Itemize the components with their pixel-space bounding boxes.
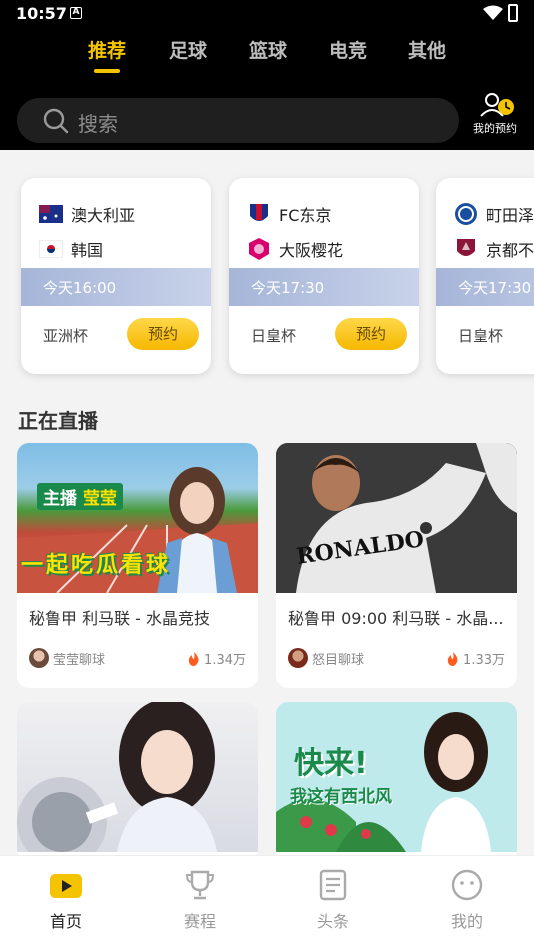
booking-label: 我的预约 (473, 122, 517, 135)
tab-esports[interactable]: 电竞 (318, 36, 378, 63)
away-team-name: 京都不 (486, 241, 534, 260)
heat-count: 1.34万 (188, 649, 246, 668)
match-time: 今天16:00 (43, 279, 117, 297)
match-card[interactable]: 町田泽 京都不 今天17:30 日皇杯 (436, 178, 534, 374)
home-team: 町田泽 (454, 202, 534, 226)
match-time-bar: 今天17:30 (229, 268, 419, 306)
nav-profile[interactable]: 我的 (427, 868, 507, 932)
stream-title: 秘鲁甲 09:00 利马联 - 水晶... (288, 609, 504, 628)
my-booking-button[interactable]: 我的预约 (466, 92, 524, 138)
heat-value: 1.33万 (463, 653, 505, 668)
status-bar: 10:57 A (0, 0, 534, 28)
battery-icon (508, 4, 518, 22)
tab-label: 足球 (168, 40, 207, 62)
heat-value: 1.34万 (204, 653, 246, 668)
smiley-icon (450, 868, 484, 902)
australia-flag-icon (39, 205, 63, 223)
host-tag-prefix: 主播 (43, 489, 77, 509)
nav-label: 赛程 (183, 912, 216, 931)
korea-flag-icon (39, 240, 63, 258)
host-avatar (288, 648, 308, 668)
live-stream-card[interactable]: 快来! 我这有西北风 (276, 702, 517, 862)
home-team-name: 町田泽 (486, 206, 534, 225)
away-team-name: 大阪樱花 (279, 241, 344, 260)
tab-other[interactable]: 其他 (397, 36, 457, 63)
league-name: 日皇杯 (251, 327, 297, 345)
host-name: 怒目聊球 (312, 653, 365, 668)
nav-label: 我的 (450, 912, 483, 931)
reserve-button[interactable]: 预约 (127, 318, 199, 350)
home-team-name: FC东京 (279, 206, 332, 225)
stream-thumbnail (17, 702, 258, 852)
match-time: 今天17:30 (458, 279, 532, 297)
thumb-tag: 主播 莹莹 (37, 483, 123, 510)
host-tag-name: 莹莹 (83, 489, 117, 509)
notification-a-icon: A (70, 7, 82, 19)
tab-label: 篮球 (248, 40, 287, 62)
live-stream-card[interactable] (17, 702, 258, 862)
category-tabs: 推荐 足球 篮球 电竞 其他 (0, 36, 534, 76)
tab-label: 其他 (407, 40, 446, 62)
flame-icon (188, 651, 199, 666)
tab-active-indicator (94, 69, 120, 73)
away-team: 韩国 (39, 237, 103, 261)
machida-crest-icon (455, 203, 477, 225)
search-placeholder: 搜索 (78, 112, 118, 136)
league-name: 亚洲杯 (43, 327, 89, 345)
top-header: 10:57 A 推荐 足球 篮球 电竞 其他 搜索 我的预约 (0, 0, 534, 150)
trophy-icon (183, 868, 217, 902)
home-team-name: 澳大利亚 (71, 206, 136, 225)
match-card[interactable]: FC东京 大阪樱花 今天17:30 日皇杯 预约 (229, 178, 419, 374)
away-team-name: 韩国 (71, 241, 104, 260)
host-name: 莹莹聊球 (53, 653, 106, 668)
reserve-button[interactable]: 预约 (335, 318, 407, 350)
match-cards-scroller[interactable]: 澳大利亚 韩国 今天16:00 亚洲杯 预约 FC东京 大阪樱花 今天17:30… (0, 150, 534, 388)
nav-schedule[interactable]: 赛程 (160, 868, 240, 932)
thumb-slogan: 一起吃瓜看球 (21, 553, 172, 578)
play-icon (49, 868, 83, 902)
bottom-navigation: 首页 赛程 头条 我的 (0, 855, 534, 950)
match-time-bar: 今天17:30 (436, 268, 534, 306)
tab-label: 电竞 (328, 40, 367, 62)
thumb-headline: 快来! (294, 746, 368, 781)
document-icon (316, 868, 350, 902)
tab-recommend[interactable]: 推荐 (77, 36, 137, 73)
nav-label: 首页 (49, 912, 82, 931)
flame-icon (447, 651, 458, 666)
stream-thumbnail: RONALDO (276, 443, 517, 593)
home-team: FC东京 (247, 202, 331, 226)
stream-title: 秘鲁甲 利马联 - 水晶竞技 (29, 609, 211, 628)
league-name: 日皇杯 (458, 327, 504, 345)
kyoto-crest-icon (457, 239, 475, 256)
stream-thumbnail: 主播 莹莹 一起吃瓜看球 (17, 443, 258, 593)
search-icon (43, 108, 69, 134)
heat-count: 1.33万 (447, 649, 505, 668)
stream-thumbnail: 快来! 我这有西北风 (276, 702, 517, 852)
fc-tokyo-crest-icon (250, 204, 268, 221)
host-avatar (29, 648, 49, 668)
match-card[interactable]: 澳大利亚 韩国 今天16:00 亚洲杯 预约 (21, 178, 211, 374)
match-time-bar: 今天16:00 (21, 268, 211, 306)
tab-football[interactable]: 足球 (158, 36, 218, 63)
live-stream-card[interactable]: RONALDO 秘鲁甲 09:00 利马联 - 水晶... 怒目聊球 1.33万 (276, 443, 517, 688)
wifi-icon (483, 5, 503, 20)
thumb-subline: 我这有西北风 (290, 787, 392, 807)
home-team: 澳大利亚 (39, 202, 135, 226)
live-stream-card[interactable]: 主播 莹莹 一起吃瓜看球 秘鲁甲 利马联 - 水晶竞技 莹莹聊球 1.34万 (17, 443, 258, 688)
tab-basketball[interactable]: 篮球 (238, 36, 298, 63)
away-team: 京都不 (454, 237, 534, 261)
match-time: 今天17:30 (251, 279, 325, 297)
nav-headlines[interactable]: 头条 (293, 868, 373, 932)
live-section-title: 正在直播 (18, 409, 98, 433)
status-time: 10:57 (16, 4, 67, 23)
search-input[interactable]: 搜索 (17, 98, 459, 143)
tab-label: 推荐 (87, 40, 126, 62)
away-team: 大阪樱花 (247, 237, 343, 261)
booking-clock-icon (480, 93, 514, 117)
nav-label: 头条 (316, 912, 349, 931)
nav-home[interactable]: 首页 (26, 868, 106, 932)
cerezo-osaka-crest-icon (249, 238, 269, 260)
